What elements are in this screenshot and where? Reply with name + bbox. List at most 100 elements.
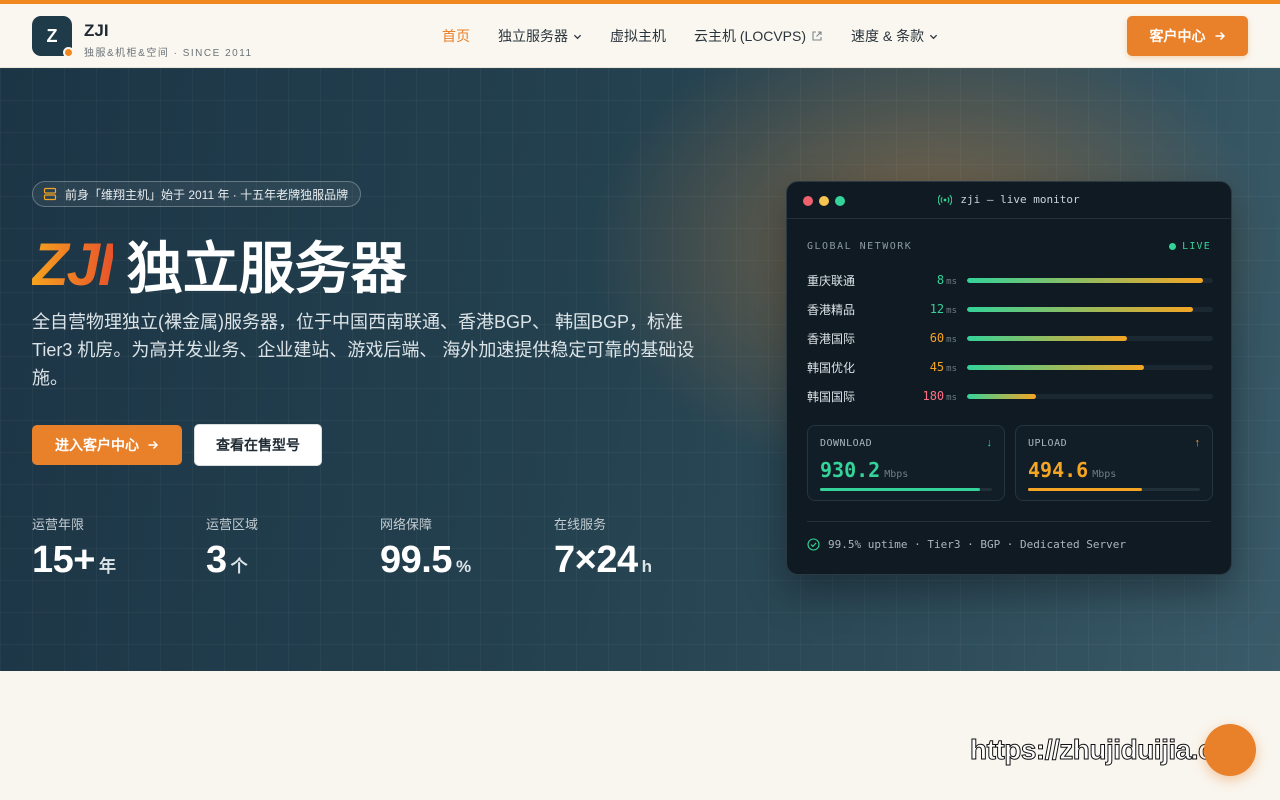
stat-label: 网络保障	[380, 517, 433, 532]
site-header: Z ZJI 独服&机柜&空间 · SINCE 2011 首页 独立服务器 虚拟主…	[0, 4, 1280, 68]
latency-bar-track	[967, 364, 1213, 370]
stat-support: 在线服务 7×24 h	[554, 514, 724, 582]
download-label: DOWNLOAD	[820, 438, 873, 449]
latency-bar-track	[967, 306, 1213, 312]
latency-bar-track	[967, 393, 1213, 399]
latency-row: 香港精品 12 ms	[807, 299, 1213, 319]
enter-client-center-label: 进入客户中心	[55, 437, 139, 453]
stat-unit: h	[641, 557, 652, 576]
upload-unit: Mbps	[1092, 469, 1117, 480]
live-monitor-panel: zji — live monitor GLOBAL NETWORK LIVE 重…	[786, 181, 1232, 575]
stat-uptime: 网络保障 99.5%	[380, 514, 550, 582]
region-name: 香港国际	[807, 331, 856, 346]
stat-years: 运营年限 15+ 年	[32, 514, 202, 582]
latency-unit: ms	[946, 364, 957, 374]
region-name: 香港精品	[807, 302, 856, 317]
latency-value: 45 ms	[889, 360, 957, 374]
monitor-footer: 99.5% uptime · Tier3 · BGP · Dedicated S…	[807, 538, 1126, 551]
brand-tagline: 独服&机柜&空间 · SINCE 2011	[84, 48, 253, 59]
chevron-down-icon	[573, 34, 582, 39]
check-circle-icon	[807, 538, 820, 551]
latency-number: 60	[929, 331, 945, 345]
heritage-badge: 前身「维翔主机」始于 2011 年 · 十五年老牌独服品牌	[32, 181, 362, 207]
live-label: LIVE	[1182, 241, 1211, 252]
brand-logo[interactable]: Z	[32, 16, 74, 58]
latency-bar-fill	[967, 393, 1036, 399]
live-dot	[1169, 243, 1177, 250]
latency-number: 12	[929, 302, 945, 316]
enter-client-center-button[interactable]: 进入客户中心	[32, 425, 182, 465]
latency-number: 8	[936, 273, 945, 287]
latency-value: 180 ms	[889, 389, 957, 403]
monitor-title-text: zji — live monitor	[960, 193, 1080, 206]
brand-name[interactable]: ZJI	[84, 21, 109, 41]
nav-cloud-locvps[interactable]: 云主机 (LOCVPS)	[680, 20, 837, 52]
live-indicator: LIVE	[1169, 241, 1211, 252]
arrow-down-icon: ↓	[986, 437, 993, 449]
hero-title: ZJI 独立服务器	[32, 228, 407, 300]
external-link-icon	[812, 31, 822, 41]
upload-card: UPLOAD ↑ 494.6 Mbps	[1015, 425, 1213, 501]
chevron-down-icon	[930, 34, 938, 39]
server-icon	[43, 187, 57, 201]
download-unit: Mbps	[884, 469, 909, 480]
nav-virtual-hosting[interactable]: 虚拟主机	[596, 20, 680, 52]
latency-bar-fill	[967, 277, 1204, 283]
upload-label: UPLOAD	[1028, 438, 1068, 449]
stat-label: 运营区域	[206, 517, 259, 532]
monitor-footer-text: 99.5% uptime · Tier3 · BGP · Dedicated S…	[828, 538, 1127, 551]
stat-value: 3	[206, 539, 227, 581]
latency-value: 12 ms	[889, 302, 957, 316]
monitor-divider	[807, 521, 1211, 522]
upload-value: 494.6	[1028, 458, 1089, 482]
stat-label: 运营年限	[32, 517, 85, 532]
latency-unit: ms	[946, 306, 957, 316]
nav-home[interactable]: 首页	[428, 20, 484, 52]
latency-row: 韩国国际 180 ms	[807, 386, 1213, 406]
latency-unit: ms	[946, 335, 957, 345]
latency-bar-track	[967, 277, 1213, 283]
monitor-titlebar: zji — live monitor	[787, 182, 1231, 219]
latency-bar-fill	[967, 306, 1194, 312]
stat-value: 15+	[32, 539, 95, 581]
client-center-label: 客户中心	[1149, 28, 1206, 44]
heritage-badge-text: 前身「维翔主机」始于 2011 年 · 十五年老牌独服品牌	[65, 187, 349, 202]
arrow-right-icon	[148, 440, 159, 450]
region-name: 重庆联通	[807, 273, 856, 288]
nav-virtual-label: 虚拟主机	[610, 28, 666, 44]
latency-number: 45	[929, 360, 945, 374]
stat-unit: %	[455, 557, 472, 576]
latency-value: 60 ms	[889, 331, 957, 345]
latency-row: 香港国际 60 ms	[807, 328, 1213, 348]
floating-action-button[interactable]	[1204, 724, 1256, 776]
download-track	[820, 488, 992, 491]
hero-section: 前身「维翔主机」始于 2011 年 · 十五年老牌独服品牌 ZJI 独立服务器 …	[0, 68, 1280, 671]
nav-cloud-label: 云主机 (LOCVPS)	[694, 28, 807, 44]
view-models-button[interactable]: 查看在售型号	[194, 424, 322, 466]
nav-dedicated-servers[interactable]: 独立服务器	[484, 20, 596, 52]
stat-value: 7×24	[554, 539, 638, 581]
main-nav: 首页 独立服务器 虚拟主机 云主机 (LOCVPS) 速度 & 条款	[428, 4, 952, 68]
download-card: DOWNLOAD ↓ 930.2 Mbps	[807, 425, 1005, 501]
monitor-title: zji — live monitor	[787, 193, 1231, 206]
title-brand-mark: ZJI	[32, 230, 115, 298]
client-center-button[interactable]: 客户中心	[1127, 16, 1248, 56]
arrow-up-icon: ↑	[1194, 437, 1201, 449]
stat-value: 99.5	[380, 539, 452, 581]
stat-unit: 年	[98, 557, 116, 576]
upload-fill	[1028, 488, 1142, 491]
section-label: GLOBAL NETWORK	[807, 241, 913, 252]
nav-speed-label: 速度 & 条款	[851, 28, 925, 44]
download-value: 930.2	[820, 458, 881, 482]
nav-dedicated-label: 独立服务器	[498, 28, 568, 44]
nav-speed-terms[interactable]: 速度 & 条款	[837, 20, 952, 52]
region-name: 韩国优化	[807, 360, 856, 375]
stat-regions: 运营区域 3个	[206, 514, 376, 582]
latency-unit: ms	[946, 277, 957, 287]
broadcast-icon	[938, 194, 953, 205]
stat-unit: 个	[230, 557, 248, 576]
region-name: 韩国国际	[807, 389, 856, 404]
arrow-right-icon	[1215, 31, 1225, 41]
latency-number: 180	[922, 389, 945, 403]
latency-bar-track	[967, 335, 1213, 341]
